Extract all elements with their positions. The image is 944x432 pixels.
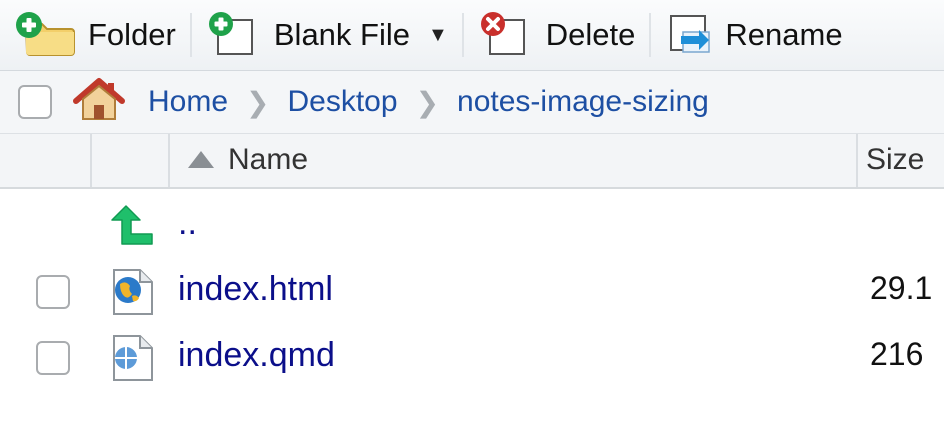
blank-file-label: Blank File [273,17,410,52]
new-folder-icon [14,10,76,61]
file-name-link[interactable]: index.qmd [178,336,335,375]
delete-label: Delete [545,17,636,52]
breadcrumb: Home ❯ Desktop ❯ notes-image-sizing [0,71,944,134]
table-row[interactable]: index.qmd 216 [0,326,944,390]
rename-icon [665,10,717,61]
table-row[interactable]: index.html 29.1 [0,260,944,324]
column-divider [168,134,170,187]
file-list-header: Name Size [0,134,944,189]
select-all-checkbox[interactable] [18,85,52,119]
toolbar-divider [189,13,192,57]
new-blank-file-button[interactable]: Blank File ▼ [206,0,448,70]
delete-button[interactable]: Delete [478,0,636,70]
row-checkbox[interactable] [36,275,70,309]
quarto-file-icon [108,334,156,387]
column-divider [856,134,858,187]
files-pane: Folder Blank File ▼ Delete Rename Home ❯… [0,0,944,432]
new-file-icon [206,10,258,61]
files-toolbar: Folder Blank File ▼ Delete Rename [0,0,944,71]
chevron-right-icon: ❯ [415,86,440,118]
rename-label: Rename [725,17,843,52]
new-folder-button[interactable]: Folder [14,0,176,70]
up-arrow-icon [108,202,156,253]
file-size: 216 [870,336,924,372]
chevron-down-icon[interactable]: ▼ [428,24,448,47]
html-file-icon [108,268,156,321]
file-size: 29.1 [870,270,933,306]
new-folder-label: Folder [88,17,176,52]
breadcrumb-home-link[interactable]: Home [148,85,228,119]
list-item-parent-directory[interactable]: .. [0,194,944,258]
sort-ascending-icon [186,150,216,175]
file-name-link[interactable]: .. [178,204,197,243]
column-divider [90,134,92,187]
column-header-name[interactable]: Name [228,143,308,177]
file-name-link[interactable]: index.html [178,270,333,309]
breadcrumb-desktop-link[interactable]: Desktop [288,85,398,119]
home-icon[interactable] [72,77,126,128]
row-checkbox[interactable] [36,341,70,375]
rename-button[interactable]: Rename [665,0,843,70]
delete-icon [478,10,530,61]
breadcrumb-current-folder[interactable]: notes-image-sizing [457,85,709,119]
toolbar-divider [649,13,652,57]
chevron-right-icon: ❯ [246,86,270,118]
column-header-size[interactable]: Size [866,143,924,177]
toolbar-divider [461,13,464,57]
